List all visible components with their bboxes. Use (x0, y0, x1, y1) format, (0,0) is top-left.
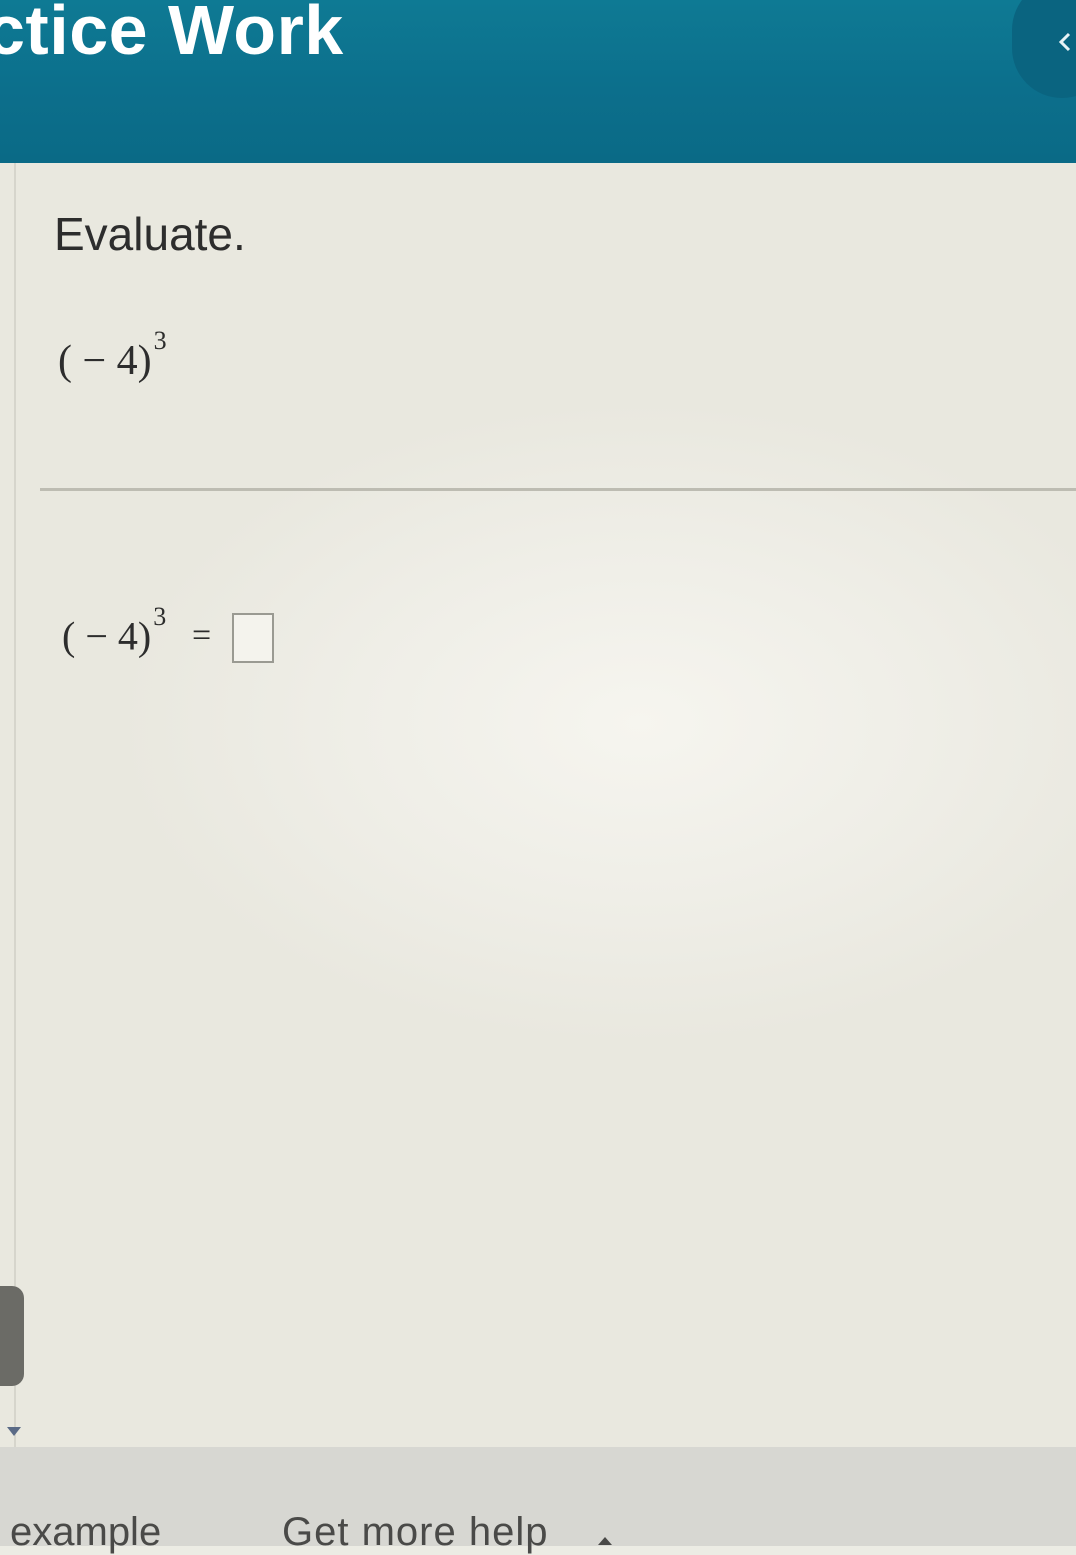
question-expression: ( − 4)3 (58, 326, 167, 385)
page-title: ctice Work (0, 0, 344, 69)
expression-base: ( − 4) (58, 338, 152, 384)
answer-expression: ( − 4)3 (62, 602, 166, 659)
view-example-link[interactable]: example (10, 1510, 161, 1555)
answer-input[interactable] (232, 613, 274, 663)
expression-exponent: 3 (153, 326, 167, 355)
question-instruction: Evaluate. (54, 208, 246, 260)
chevron-left-icon (1058, 32, 1071, 52)
answer-expression-base: ( − 4) (62, 613, 152, 659)
get-more-help-link[interactable]: Get more help (282, 1510, 548, 1555)
scroll-down-button[interactable] (6, 1424, 22, 1442)
section-divider (40, 488, 1076, 491)
equals-sign: = (192, 617, 212, 654)
panel-left-border (14, 163, 16, 1447)
scroll-handle[interactable] (0, 1286, 24, 1386)
answer-expression-exponent: 3 (153, 602, 167, 631)
collapse-panel-button[interactable] (1012, 0, 1076, 98)
page-header: ctice Work (0, 0, 1076, 163)
caret-up-icon[interactable] (596, 1536, 614, 1546)
caret-down-icon (7, 1427, 21, 1436)
